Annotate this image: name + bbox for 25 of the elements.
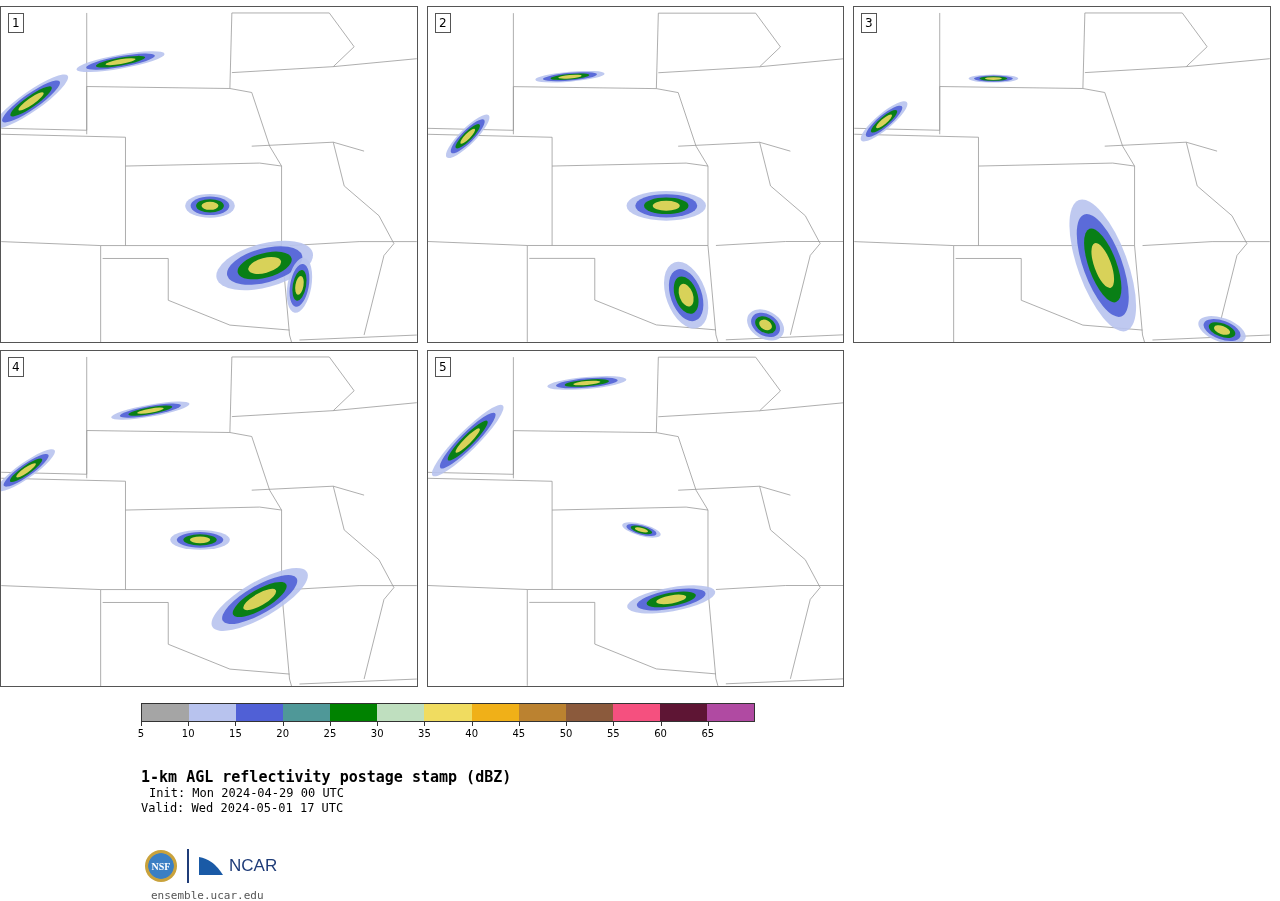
tick-label: 35 (418, 728, 431, 740)
init-time: Init: Mon 2024-04-29 00 UTC (148, 786, 346, 801)
ncar-logo: NCAR (229, 856, 278, 876)
footer-url: ensemble.ucar.edu (151, 889, 264, 901)
panel-number: 1 (8, 13, 24, 33)
tick-label: 55 (607, 728, 620, 740)
tick-label: 60 (654, 728, 667, 740)
nsf-logo: NSF (145, 850, 177, 882)
panel-number: 2 (435, 13, 451, 33)
tick-label: 10 (181, 728, 195, 740)
panel-number: 5 (435, 357, 451, 377)
panel-number: 4 (8, 357, 24, 377)
tick-label: 40 (465, 728, 478, 740)
tick-label: 5 (137, 728, 145, 740)
tick-label: 30 (370, 728, 384, 740)
panel-number: 3 (861, 13, 877, 33)
swoosh-icon (199, 857, 223, 875)
tick-label: 65 (701, 728, 715, 740)
tick-label: 25 (323, 728, 337, 740)
tick-label: 45 (512, 728, 526, 740)
tick-label: 15 (229, 728, 242, 740)
chart-title: 1-km AGL reflectivity postage stamp (dBZ) (141, 768, 513, 786)
tick-label: 50 (559, 728, 573, 740)
tick-label: 20 (276, 728, 290, 740)
valid-time: Valid: Wed 2024-05-01 17 UTC (141, 801, 345, 816)
